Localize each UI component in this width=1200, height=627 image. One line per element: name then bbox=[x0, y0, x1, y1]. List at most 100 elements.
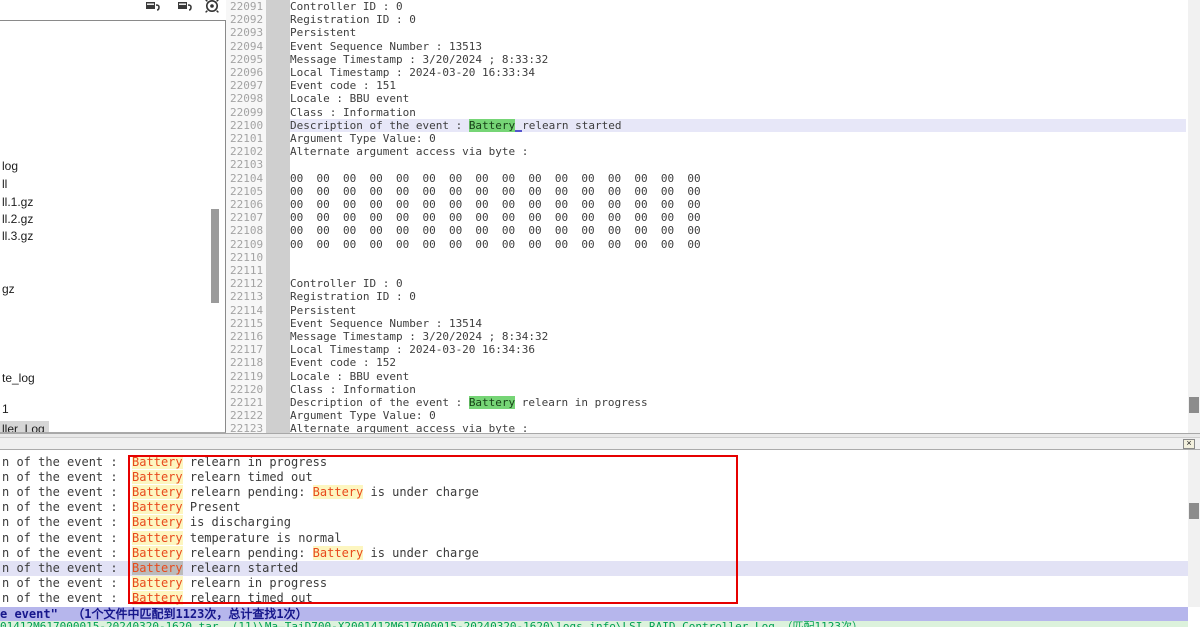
log-line[interactable]: 22118 Event code : 152 bbox=[226, 356, 1188, 369]
line-text: Event code : 151 bbox=[290, 79, 1186, 92]
log-line[interactable]: 22098Locale : BBU event bbox=[226, 92, 1188, 105]
locate-icon[interactable] bbox=[203, 0, 221, 14]
sidebar-scrollbar-thumb[interactable] bbox=[211, 209, 219, 303]
log-line[interactable]: 22100Description of the event : Batteryr… bbox=[226, 119, 1188, 132]
line-number: 22104 bbox=[230, 172, 266, 185]
match-highlight-box bbox=[128, 455, 738, 604]
file-item[interactable]: ller_Log bbox=[0, 421, 49, 433]
line-number: 22093 bbox=[230, 26, 266, 39]
log-line[interactable]: 22099 Class : Information bbox=[226, 106, 1188, 119]
line-text: Persistent bbox=[290, 304, 1186, 317]
line-number: 22121 bbox=[230, 396, 266, 409]
line-text: Event code : 152 bbox=[290, 356, 1186, 369]
line-text: Persistent bbox=[290, 26, 1186, 39]
result-prefix: n of the event : bbox=[2, 531, 132, 545]
log-line[interactable]: 22091 Controller ID : 0 bbox=[226, 0, 1188, 13]
log-line[interactable]: 22120Class : Information bbox=[226, 383, 1188, 396]
log-line[interactable]: 22119Locale : BBU event bbox=[226, 370, 1188, 383]
line-number: 22096 bbox=[230, 66, 266, 79]
highlighted-keyword: Battery bbox=[469, 396, 515, 409]
log-line[interactable]: 22092Registration ID : 0 bbox=[226, 13, 1188, 26]
file-item[interactable]: 1 bbox=[0, 401, 13, 416]
line-number: 22099 bbox=[230, 106, 266, 119]
file-item[interactable]: gz bbox=[0, 281, 19, 296]
line-number: 22103 bbox=[230, 158, 266, 171]
log-line[interactable]: 22116 Message Timestamp : 3/20/2024 ; 8:3… bbox=[226, 330, 1188, 343]
log-line[interactable]: 22114 Persistent bbox=[226, 304, 1188, 317]
results-header: × bbox=[0, 437, 1200, 450]
line-text: Description of the event : Battery relea… bbox=[290, 396, 1186, 409]
line-text: Message Timestamp : 3/20/2024 ; 8:34:32 bbox=[290, 330, 1186, 343]
log-line[interactable]: 2210500 00 00 00 00 00 00 00 00 00 00 00… bbox=[226, 185, 1188, 198]
file-item[interactable]: ll.2.gz bbox=[0, 211, 37, 226]
log-line[interactable]: 22094Event Sequence Number : 13513 bbox=[226, 40, 1188, 53]
log-line[interactable]: 22113Registration ID : 0 bbox=[226, 290, 1188, 303]
line-text: 00 00 00 00 00 00 00 00 00 00 00 00 00 0… bbox=[290, 211, 1186, 224]
file-item[interactable]: ll bbox=[0, 176, 11, 191]
close-icon[interactable]: × bbox=[1183, 439, 1195, 449]
line-number: 22114 bbox=[230, 304, 266, 317]
file-item[interactable]: te_log bbox=[0, 370, 39, 385]
copy-to-view-2-icon[interactable] bbox=[176, 0, 194, 14]
log-line[interactable]: 22112Controller ID : 0 bbox=[226, 277, 1188, 290]
line-text: Message Timestamp : 3/20/2024 ; 8:33:32 bbox=[290, 53, 1186, 66]
line-text: Registration ID : 0 bbox=[290, 290, 1186, 303]
line-text: Event Sequence Number : 13513 bbox=[290, 40, 1186, 53]
log-line[interactable]: 2210900 00 00 00 00 00 00 00 00 00 00 00… bbox=[226, 238, 1188, 251]
line-number: 22116 bbox=[230, 330, 266, 343]
file-path-bar: 01412M617000015-20240320-1620.tar (11)\M… bbox=[0, 621, 1188, 627]
line-number: 22122 bbox=[230, 409, 266, 422]
line-number: 22101 bbox=[230, 132, 266, 145]
log-view: 22091Controller ID : 022092Registration … bbox=[226, 0, 1188, 434]
log-line[interactable]: 2210700 00 00 00 00 00 00 00 00 00 00 00… bbox=[226, 211, 1188, 224]
result-prefix: n of the event : bbox=[2, 455, 132, 469]
log-line[interactable]: 22101 Argument Type Value: 0 bbox=[226, 132, 1188, 145]
line-number: 22100 bbox=[230, 119, 266, 132]
line-text: 00 00 00 00 00 00 00 00 00 00 00 00 00 0… bbox=[290, 224, 1186, 237]
line-number: 22106 bbox=[230, 198, 266, 211]
result-prefix: n of the event : bbox=[2, 500, 132, 514]
line-number: 22118 bbox=[230, 356, 266, 369]
line-text: Class : Information bbox=[290, 383, 1186, 396]
log-line[interactable]: 22093 Persistent bbox=[226, 26, 1188, 39]
line-number: 22117 bbox=[230, 343, 266, 356]
main-scrollbar-track[interactable] bbox=[1188, 0, 1200, 434]
toolbar bbox=[0, 0, 226, 20]
line-text: Controller ID : 0 bbox=[290, 277, 1186, 290]
log-line[interactable]: 22097 Event code : 151 bbox=[226, 79, 1188, 92]
line-text: Argument Type Value: 0 bbox=[290, 132, 1186, 145]
log-line[interactable]: 22110 bbox=[226, 251, 1188, 264]
line-text: Alternate argument access via byte : bbox=[290, 145, 1186, 158]
main-scrollbar-thumb[interactable] bbox=[1189, 397, 1199, 413]
line-number: 22119 bbox=[230, 370, 266, 383]
log-line[interactable]: 22121 Description of the event : Battery … bbox=[226, 396, 1188, 409]
log-line[interactable]: 2210600 00 00 00 00 00 00 00 00 00 00 00… bbox=[226, 198, 1188, 211]
log-line[interactable]: 22102Alternate argument access via byte … bbox=[226, 145, 1188, 158]
log-line[interactable]: 22095Message Timestamp : 3/20/2024 ; 8:3… bbox=[226, 53, 1188, 66]
result-prefix: n of the event : bbox=[2, 485, 132, 499]
line-text: Class : Information bbox=[290, 106, 1186, 119]
log-line[interactable]: 22115Event Sequence Number : 13514 bbox=[226, 317, 1188, 330]
results-scrollbar-thumb[interactable] bbox=[1189, 503, 1199, 519]
line-number: 22098 bbox=[230, 92, 266, 105]
file-item[interactable]: ll.3.gz bbox=[0, 228, 37, 243]
log-line[interactable]: 22103 bbox=[226, 158, 1188, 171]
line-text: 00 00 00 00 00 00 00 00 00 00 00 00 00 0… bbox=[290, 238, 1186, 251]
log-line[interactable]: 22117Local Timestamp : 2024-03-20 16:34:… bbox=[226, 343, 1188, 356]
log-line[interactable]: 22111 bbox=[226, 264, 1188, 277]
line-number: 22108 bbox=[230, 224, 266, 237]
line-text: Local Timestamp : 2024-03-20 16:33:34 bbox=[290, 66, 1186, 79]
result-prefix: n of the event : bbox=[2, 515, 132, 529]
log-line[interactable]: 22122Argument Type Value: 0 bbox=[226, 409, 1188, 422]
result-prefix: n of the event : bbox=[2, 470, 132, 484]
file-item[interactable]: log bbox=[0, 158, 22, 173]
line-number: 22097 bbox=[230, 79, 266, 92]
log-line[interactable]: 22096 Local Timestamp : 2024-03-20 16:33:… bbox=[226, 66, 1188, 79]
line-number: 22091 bbox=[230, 0, 266, 13]
log-line[interactable]: 22108 00 00 00 00 00 00 00 00 00 00 00 00… bbox=[226, 224, 1188, 237]
copy-to-view-icon[interactable] bbox=[144, 0, 162, 14]
file-item[interactable]: ll.1.gz bbox=[0, 194, 37, 209]
log-line[interactable]: 2210400 00 00 00 00 00 00 00 00 00 00 00… bbox=[226, 172, 1188, 185]
results-scrollbar-track[interactable] bbox=[1188, 450, 1200, 607]
line-text: Controller ID : 0 bbox=[290, 0, 1186, 13]
